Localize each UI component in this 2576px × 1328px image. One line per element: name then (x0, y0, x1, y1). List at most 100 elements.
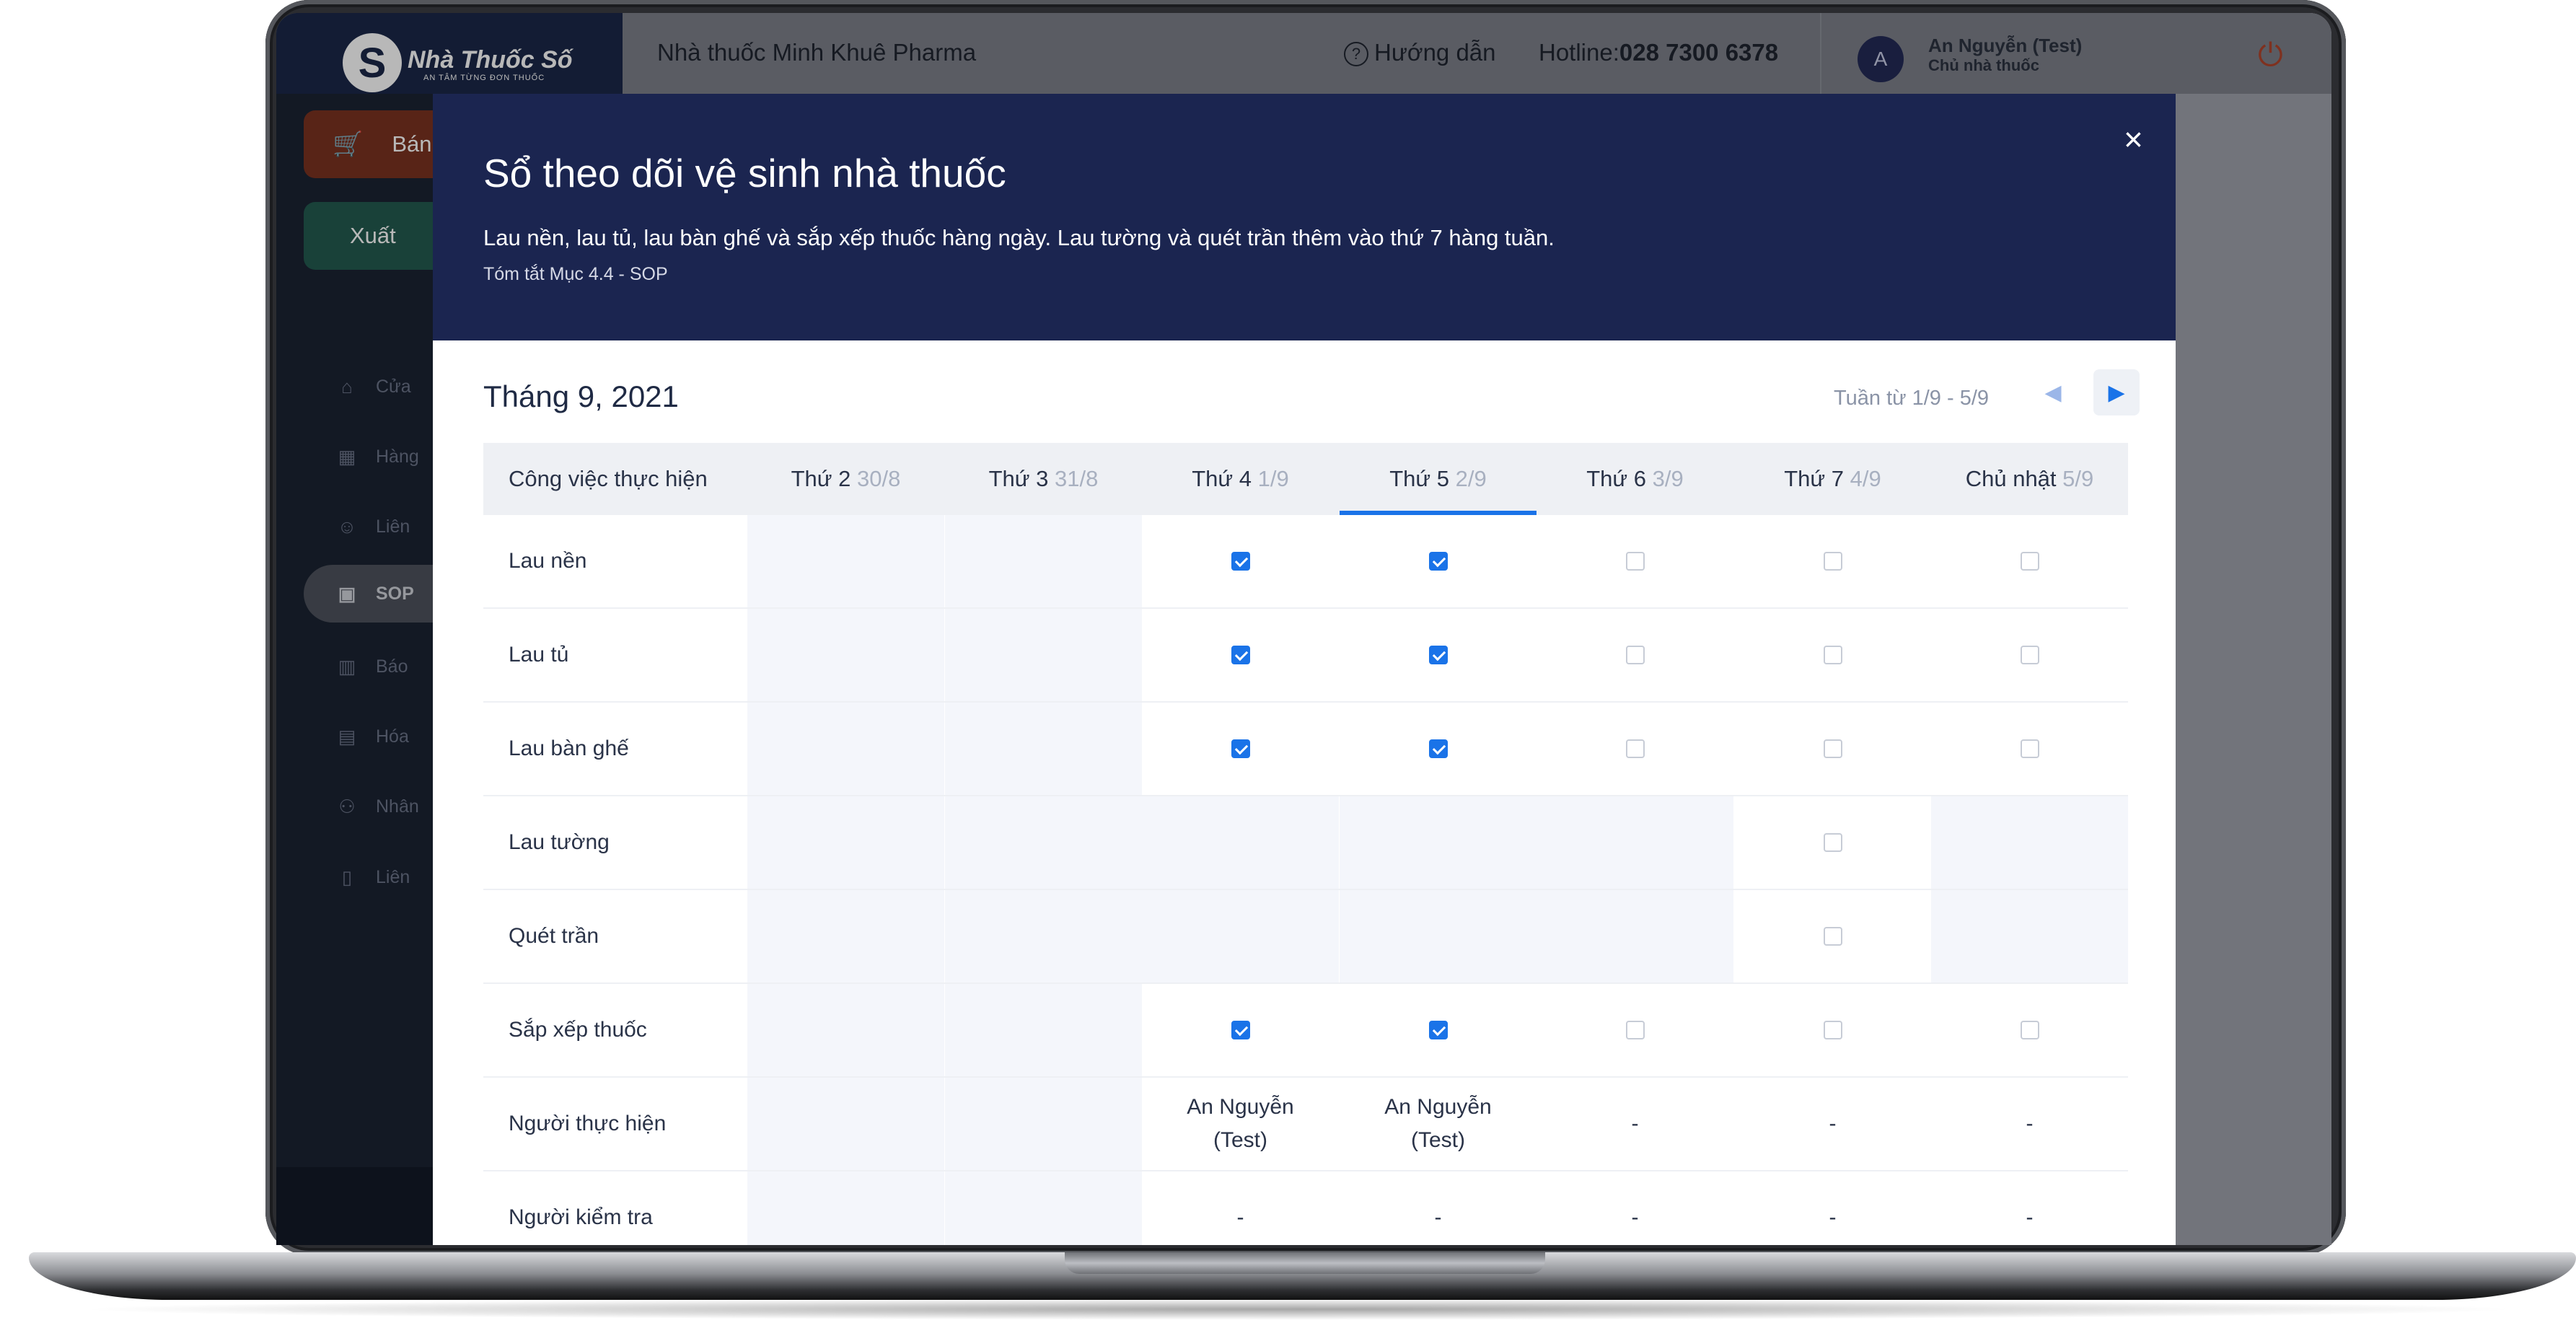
performer-value: - (2026, 1112, 2034, 1135)
checkbox[interactable] (1823, 552, 1842, 571)
checkbox[interactable] (1823, 646, 1842, 664)
row-label: Lau nền (509, 549, 587, 573)
checkbox[interactable] (2020, 739, 2039, 758)
checkbox[interactable] (1625, 739, 1645, 758)
disabled-cell (747, 609, 944, 701)
hygiene-table: Công việc thực hiện Thứ 2 30/8 Thứ 3 31/8… (483, 443, 2128, 1245)
day-cell: - (1734, 1171, 1931, 1245)
modal-header: Sổ theo dõi vệ sinh nhà thuốc Lau nền, l… (433, 94, 2176, 340)
day-cell (1931, 515, 2128, 607)
modal-title: Sổ theo dõi vệ sinh nhà thuốc (483, 151, 1006, 195)
checker-row: Người kiểm tra - - - - - (483, 1171, 2128, 1245)
day-cell (1734, 609, 1931, 701)
day-date: 5/9 (2062, 466, 2094, 491)
day-date: 31/8 (1055, 466, 1099, 491)
checkbox-checked[interactable] (1428, 646, 1448, 664)
next-week-button[interactable]: ▶ (2093, 369, 2140, 415)
performer-value: An Nguyễn (Test) (1384, 1095, 1492, 1152)
checkbox-checked[interactable] (1428, 739, 1448, 758)
day-column-header: Thứ 4 1/9 (1142, 443, 1339, 515)
day-cell (1340, 703, 1537, 795)
day-cell (1142, 984, 1339, 1076)
disabled-cell (747, 890, 944, 982)
day-cell (1142, 703, 1339, 795)
hygiene-log-modal: Sổ theo dõi vệ sinh nhà thuốc Lau nền, l… (433, 94, 2176, 1245)
performer-value: - (1631, 1112, 1639, 1135)
day-cell (1340, 984, 1537, 1076)
day-date: 3/9 (1652, 466, 1684, 491)
prev-week-button[interactable]: ◀ (2030, 369, 2076, 415)
day-cell (1931, 703, 2128, 795)
disabled-cell (1537, 890, 1733, 982)
checker-value: - (1829, 1205, 1837, 1229)
checkbox-checked[interactable] (1428, 552, 1448, 571)
day-cell (1931, 609, 2128, 701)
close-icon[interactable]: × (2124, 120, 2143, 159)
day-cell (1931, 984, 2128, 1076)
checkbox-checked[interactable] (1231, 739, 1250, 758)
table-body: Lau nền Lau tủ Lau bàn ghế Lau tường Quét tr… (483, 515, 2128, 1245)
checkbox-checked[interactable] (1428, 1021, 1448, 1039)
checkbox[interactable] (1823, 833, 1842, 852)
day-column-header: Chủ nhật 5/9 (1931, 443, 2128, 515)
day-cell (1142, 609, 1339, 701)
day-cell (1734, 796, 1931, 889)
row-label: Người kiểm tra (509, 1205, 653, 1229)
checkbox[interactable] (1625, 1021, 1645, 1039)
day-cell (1734, 515, 1931, 607)
checker-value: - (1631, 1205, 1639, 1229)
day-cell: - (1537, 1171, 1733, 1245)
checkbox[interactable] (1823, 739, 1842, 758)
caret-left-icon: ◀ (2044, 380, 2062, 405)
performer-value: - (1829, 1112, 1837, 1135)
disabled-cell (747, 1171, 944, 1245)
checkbox-checked[interactable] (1231, 1021, 1250, 1039)
checkbox[interactable] (1625, 552, 1645, 571)
checkbox-checked[interactable] (1231, 646, 1250, 664)
day-cell (1537, 703, 1733, 795)
day-cell: - (1931, 1171, 2128, 1245)
disabled-cell (1931, 890, 2128, 982)
table-header: Công việc thực hiện Thứ 2 30/8 Thứ 3 31/8… (483, 443, 2128, 515)
checkbox[interactable] (2020, 646, 2039, 664)
disabled-cell (747, 984, 944, 1076)
checkbox[interactable] (2020, 1021, 2039, 1039)
checkbox[interactable] (1625, 646, 1645, 664)
disabled-cell (945, 515, 1142, 607)
table-row: Sắp xếp thuốc (483, 984, 2128, 1078)
checkbox[interactable] (2020, 552, 2039, 571)
day-date: 1/9 (1257, 466, 1289, 491)
disabled-cell (1142, 796, 1339, 889)
day-date: 30/8 (857, 466, 901, 491)
day-name: Thứ 3 (988, 466, 1049, 491)
checkbox[interactable] (1823, 927, 1842, 946)
day-cell: - (1142, 1171, 1339, 1245)
disabled-cell (1537, 796, 1733, 889)
disabled-cell (747, 1078, 944, 1170)
day-name: Chủ nhật (1965, 466, 2057, 491)
row-label: Lau tường (509, 830, 610, 854)
day-column-header: Thứ 2 30/8 (747, 443, 944, 515)
disabled-cell (945, 984, 1142, 1076)
day-name: Thứ 6 (1586, 466, 1647, 491)
row-label: Sắp xếp thuốc (509, 1018, 647, 1042)
day-cell (1537, 515, 1733, 607)
checkbox-checked[interactable] (1231, 552, 1250, 571)
disabled-cell (747, 796, 944, 889)
disabled-cell (945, 703, 1142, 795)
table-row: Lau nền (483, 515, 2128, 609)
disabled-cell (1931, 796, 2128, 889)
table-row: Quét trần (483, 890, 2128, 984)
checkbox[interactable] (1823, 1021, 1842, 1039)
task-column-header: Công việc thực hiện (509, 466, 708, 491)
modal-description: Lau nền, lau tủ, lau bàn ghế và sắp xếp … (483, 225, 1555, 250)
day-column-header: Thứ 7 4/9 (1734, 443, 1931, 515)
day-date: 2/9 (1455, 466, 1487, 491)
row-label: Lau tủ (509, 643, 569, 667)
laptop-screen: S Nhà Thuốc Số AN TÂM TỪNG ĐƠN THUỐC 🛒 B… (276, 13, 2331, 1245)
day-name: Thứ 2 (791, 466, 851, 491)
day-cell (1142, 515, 1339, 607)
performer-row: Người thực hiện An Nguyễn (Test) An Nguyễn… (483, 1078, 2128, 1171)
disabled-cell (1142, 890, 1339, 982)
disabled-cell (945, 890, 1142, 982)
